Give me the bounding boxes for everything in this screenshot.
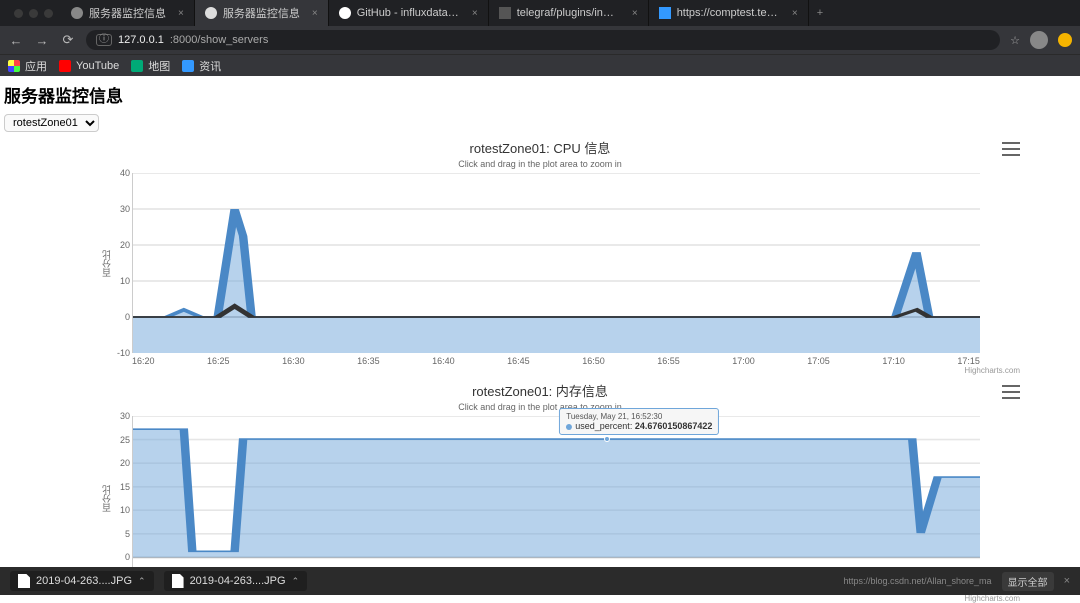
chart-menu-icon[interactable]: [1002, 142, 1020, 156]
series-bullet-icon: [566, 424, 572, 430]
download-item[interactable]: 2019-04-263....JPG ⌃: [164, 571, 308, 591]
reload-button[interactable]: ⟳: [60, 32, 76, 48]
browser-tab[interactable]: https://comptest.testbird.com ×: [649, 0, 809, 26]
plot-area[interactable]: [132, 173, 980, 353]
plot-area[interactable]: Tuesday, May 21, 16:52:30 used_percent: …: [132, 416, 980, 581]
bookmark-star-icon[interactable]: ☆: [1010, 34, 1020, 47]
y-axis: 40 30 20 10 0 -10: [112, 173, 132, 353]
download-shelf: 2019-04-263....JPG ⌃ 2019-04-263....JPG …: [0, 567, 1080, 595]
chart-subtitle: Click and drag in the plot area to zoom …: [100, 402, 980, 412]
back-button[interactable]: ←: [8, 33, 24, 48]
chart-title: rotestZone01: 内存信息: [100, 381, 980, 400]
y-axis-label: 百分比: [100, 250, 112, 277]
y-axis-label: 百分比: [100, 485, 112, 512]
show-all-downloads[interactable]: 显示全部: [1002, 572, 1054, 591]
forward-button[interactable]: →: [34, 33, 50, 48]
chart-credit[interactable]: Highcharts.com: [100, 594, 1020, 603]
download-item[interactable]: 2019-04-263....JPG ⌃: [10, 571, 154, 591]
chart-credit[interactable]: Highcharts.com: [100, 366, 1020, 375]
file-icon: [499, 7, 511, 19]
browser-tab[interactable]: telegraf/plugins/inputs/procst ×: [489, 0, 649, 26]
site-info-icon[interactable]: ⓘ: [96, 34, 112, 46]
profile-avatar[interactable]: [1030, 31, 1048, 49]
page-title: 服务器监控信息: [0, 76, 1080, 111]
new-tab-button[interactable]: +: [809, 7, 831, 19]
close-icon[interactable]: ×: [632, 8, 638, 19]
server-selector[interactable]: rotestZone01: [4, 114, 99, 132]
bookmarks-bar: 应用 YouTube 地图 资讯: [0, 54, 1080, 76]
apps-icon: [8, 60, 20, 72]
close-icon[interactable]: ×: [178, 8, 184, 19]
bookmark-map[interactable]: 地图: [131, 58, 170, 74]
window-controls[interactable]: [6, 9, 61, 18]
close-icon[interactable]: ×: [312, 8, 318, 19]
site-icon: [659, 7, 671, 19]
globe-icon: [205, 7, 217, 19]
file-icon: [18, 574, 30, 588]
youtube-icon: [59, 60, 71, 72]
chart-tooltip: Tuesday, May 21, 16:52:30 used_percent: …: [559, 408, 719, 435]
close-icon[interactable]: ×: [792, 8, 798, 19]
map-icon: [131, 60, 143, 72]
chevron-up-icon[interactable]: ⌃: [138, 576, 146, 587]
hover-marker: [604, 436, 610, 442]
browser-tab[interactable]: GitHub - influxdata/telegraf: T ×: [329, 0, 489, 26]
address-bar[interactable]: ⓘ 127.0.0.1:8000/show_servers: [86, 30, 1000, 50]
close-icon[interactable]: ×: [1064, 575, 1070, 587]
browser-tab[interactable]: 服务器监控信息 ×: [195, 0, 329, 26]
browser-tabs: 服务器监控信息 × 服务器监控信息 × GitHub - influxdata/…: [0, 0, 1080, 26]
bookmark-news[interactable]: 资讯: [182, 58, 221, 74]
browser-tab[interactable]: 服务器监控信息 ×: [61, 0, 195, 26]
bookmark-youtube[interactable]: YouTube: [59, 60, 119, 72]
file-icon: [172, 574, 184, 588]
chart-menu-icon[interactable]: [1002, 385, 1020, 399]
news-icon: [182, 60, 194, 72]
bookmark-apps[interactable]: 应用: [8, 58, 47, 74]
cpu-chart: rotestZone01: CPU 信息 Click and drag in t…: [100, 138, 980, 375]
github-icon: [339, 7, 351, 19]
close-icon[interactable]: ×: [472, 8, 478, 19]
chevron-up-icon[interactable]: ⌃: [292, 576, 300, 587]
globe-icon: [71, 7, 83, 19]
chart-title: rotestZone01: CPU 信息: [100, 138, 980, 157]
chart-subtitle: Click and drag in the plot area to zoom …: [100, 159, 980, 169]
x-axis: 16:2016:25 16:3016:35 16:4016:45 16:5016…: [100, 353, 980, 366]
status-url: https://blog.csdn.net/Allan_shore_ma: [843, 576, 991, 586]
account-icon[interactable]: [1058, 33, 1072, 47]
y-axis: 30 25 20 15 10 5 0 -5: [112, 416, 132, 581]
